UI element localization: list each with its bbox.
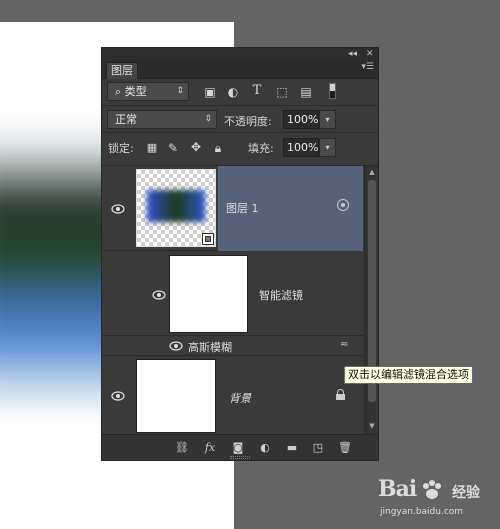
filter-pixel-icon[interactable]: ▣: [202, 84, 218, 100]
scroll-down-icon[interactable]: ▼: [367, 422, 377, 430]
panel-menu-icon[interactable]: ▾☰: [361, 62, 374, 72]
smart-filter-indicator-icon[interactable]: [337, 199, 349, 211]
panel-footer: ⛓ fx ◙ ◐ ▬ ◳ 🗑︎: [102, 434, 378, 460]
lock-all-icon[interactable]: 🔒︎: [210, 140, 226, 156]
opacity-input[interactable]: 100%: [283, 110, 319, 129]
blend-options-icon[interactable]: ≂: [340, 339, 348, 350]
watermark-suffix: 经验: [452, 485, 480, 501]
opacity-dropdown-button[interactable]: ▾: [319, 110, 336, 129]
blend-mode-value: 正常: [115, 113, 137, 126]
lock-transparent-icon[interactable]: ▦: [144, 140, 160, 156]
smart-object-badge-icon: [202, 233, 214, 245]
resize-grip[interactable]: [230, 456, 250, 459]
new-group-folder-icon[interactable]: ▬: [284, 440, 300, 456]
visibility-eye-icon[interactable]: [111, 204, 125, 214]
collapse-icon[interactable]: ◂◂: [348, 48, 357, 61]
panel-titlebar: ◂◂ ✕: [102, 48, 378, 61]
link-layers-icon[interactable]: ⛓: [174, 440, 190, 456]
new-layer-icon[interactable]: ◳: [310, 440, 326, 456]
watermark-logo: Bai: [378, 476, 417, 502]
lock-icon: [336, 389, 345, 400]
layers-panel: ◂◂ ✕ 图层 ▾☰ ⌕ 类型 ⇕ ▣ ◐ T ⬚ ▤ 正常 ⇕ 不透明度: 1…: [101, 47, 379, 461]
updown-icon: ⇕: [176, 86, 184, 96]
watermark: Bai 经验 jingyan.baidu.com: [372, 476, 496, 526]
smart-filters-label: 智能滤镜: [259, 289, 303, 302]
fill-label: 填充:: [248, 142, 274, 155]
background-layer-name[interactable]: 背景: [229, 390, 251, 406]
thumbnail-image: [147, 190, 205, 222]
fill-input[interactable]: 100%: [283, 138, 319, 157]
paw-icon: [420, 478, 444, 502]
layer-list-scrollbar[interactable]: ▲ ▼: [364, 166, 378, 434]
filter-kind-value: 类型: [124, 85, 147, 98]
layer-row-background[interactable]: 背景: [102, 356, 363, 434]
layer-list: 图层 1 智能滤镜 高斯模糊 ≂ 背景: [102, 166, 363, 434]
blend-mode-select[interactable]: 正常 ⇕: [107, 110, 217, 129]
layer-row-smart-filters[interactable]: 智能滤镜: [102, 251, 363, 336]
fx-icon[interactable]: fx: [202, 440, 218, 456]
scroll-up-icon[interactable]: ▲: [367, 168, 377, 176]
opacity-label: 不透明度:: [224, 115, 272, 128]
lock-label: 锁定:: [108, 142, 134, 155]
new-adjustment-icon[interactable]: ◐: [257, 440, 273, 456]
background-thumbnail[interactable]: [136, 359, 216, 433]
filter-name[interactable]: 高斯模糊: [188, 339, 232, 355]
filter-type-icon[interactable]: T: [249, 83, 265, 99]
close-icon[interactable]: ✕: [366, 48, 374, 61]
filter-kind-select[interactable]: ⌕ 类型 ⇕: [107, 82, 189, 101]
layer-row-layer1[interactable]: 图层 1: [102, 166, 363, 251]
filter-smartobject-icon[interactable]: ▤: [298, 84, 314, 100]
visibility-eye-icon[interactable]: [111, 391, 125, 401]
filter-mask-thumbnail[interactable]: [169, 255, 248, 333]
updown-icon: ⇕: [204, 114, 212, 124]
lock-paint-brush-icon[interactable]: ✎: [165, 140, 181, 156]
delete-trash-icon[interactable]: 🗑︎: [337, 440, 353, 456]
visibility-eye-icon[interactable]: [169, 341, 183, 351]
filter-shape-icon[interactable]: ⬚: [274, 84, 290, 100]
tab-row: 图层 ▾☰: [102, 61, 378, 79]
search-icon: ⌕: [115, 85, 122, 98]
add-mask-icon[interactable]: ◙: [230, 440, 246, 456]
tab-layers[interactable]: 图层: [106, 62, 138, 79]
layer-name[interactable]: 图层 1: [226, 200, 259, 216]
visibility-eye-icon[interactable]: [152, 290, 166, 300]
layer-thumbnail[interactable]: [136, 169, 216, 247]
watermark-url: jingyan.baidu.com: [380, 507, 464, 517]
fill-dropdown-button[interactable]: ▾: [319, 138, 336, 157]
lock-position-move-icon[interactable]: ✥: [188, 139, 204, 155]
filter-toggle-switch[interactable]: [329, 83, 336, 99]
tooltip: 双击以编辑滤镜混合选项: [344, 366, 473, 384]
filter-adjustment-icon[interactable]: ◐: [225, 84, 241, 100]
layer-row-gaussian-blur[interactable]: 高斯模糊 ≂: [102, 336, 363, 356]
